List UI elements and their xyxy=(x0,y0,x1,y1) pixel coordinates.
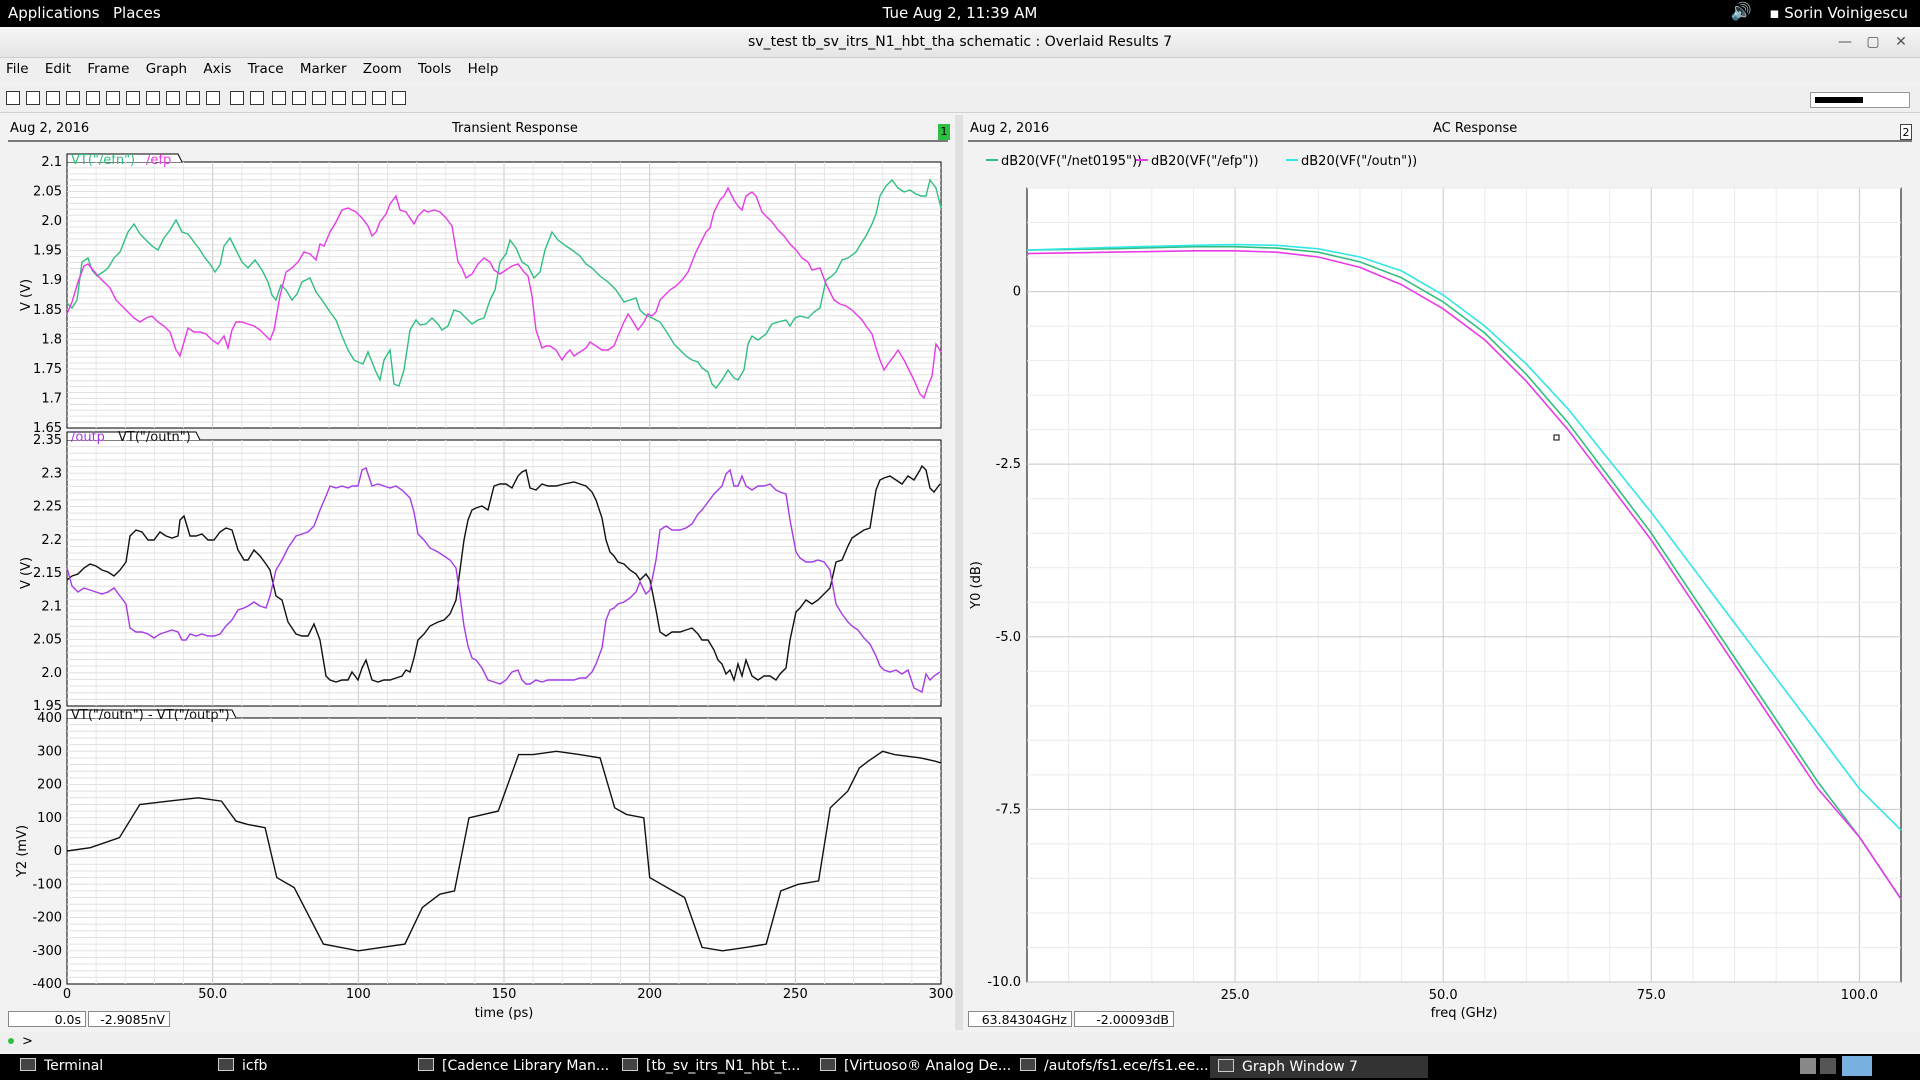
xtick-label: 100.0 xyxy=(1841,988,1878,1003)
ac-ylabel: Y0 (dB) xyxy=(969,561,984,610)
ytick-label: 100 xyxy=(37,811,62,826)
legend-outn[interactable]: VT("/outn") xyxy=(118,430,191,445)
xtick-label: 50.0 xyxy=(198,987,227,1002)
ytick-label: 2.25 xyxy=(33,500,62,515)
workspace-2[interactable] xyxy=(1820,1058,1836,1074)
legend-efp[interactable]: /efp xyxy=(146,153,171,168)
ytick-label: 2.3 xyxy=(41,466,62,481)
xtick-label: 50.0 xyxy=(1429,988,1458,1003)
window-icon xyxy=(820,1058,836,1071)
legend-ac-outn[interactable]: dB20(VF("/outn")) xyxy=(1301,154,1417,169)
plot3-legend: VT("/outn") - VT("/outp") xyxy=(66,708,237,723)
ytick-label: 1.85 xyxy=(33,303,62,318)
task-label: [Virtuoso® Analog De... xyxy=(844,1058,1012,1074)
ac-legend: dB20(VF("/net0195")) dB20(VF("/efp")) dB… xyxy=(986,154,1417,169)
task-label: Terminal xyxy=(44,1058,104,1074)
ytick-label: -300 xyxy=(32,944,62,959)
workspace-1[interactable] xyxy=(1800,1058,1816,1074)
plot3-ylabel: Y2 (mV) xyxy=(15,825,30,878)
task-label: Graph Window 7 xyxy=(1242,1059,1358,1075)
workspace-3[interactable] xyxy=(1842,1056,1872,1076)
task-library-manager[interactable]: [Cadence Library Man... xyxy=(418,1058,609,1074)
task-schematic[interactable]: [tb_sv_itrs_N1_hbt_t... xyxy=(622,1058,800,1074)
ytick-label: 2.05 xyxy=(33,185,62,200)
ytick-label: 2.1 xyxy=(41,599,62,614)
window-icon xyxy=(1218,1059,1234,1072)
xtick-label: 75.0 xyxy=(1637,988,1666,1003)
xtick-label: 0 xyxy=(63,987,71,1002)
ytick-label: 2.1 xyxy=(41,155,62,170)
ytick-label: 300 xyxy=(37,744,62,759)
ytick-label: 2.0 xyxy=(41,214,62,229)
plot2-ylabel: V (V) xyxy=(19,557,34,589)
plot1-legend: VT("/efn") /efp xyxy=(66,153,183,168)
ytick-label: -200 xyxy=(32,911,62,926)
window-icon xyxy=(622,1058,638,1071)
plot-canvas[interactable]: 4003002001000-100-200-300-4000 50.0 100 150… xyxy=(0,0,1920,1030)
terminal-icon xyxy=(20,1058,36,1071)
task-graph-window[interactable]: Graph Window 7 xyxy=(1210,1056,1428,1078)
ac-xlabel: freq (GHz) xyxy=(1431,1006,1498,1021)
task-label: [Cadence Library Man... xyxy=(442,1058,610,1074)
ytick-label: 0 xyxy=(1013,285,1021,300)
left-cursor-y[interactable]: -2.9085nV xyxy=(88,1011,170,1027)
left-xlabel: time (ps) xyxy=(475,1006,534,1021)
task-label: /autofs/fs1.ece/fs1.ee... xyxy=(1044,1058,1209,1074)
xtick-label: 25.0 xyxy=(1221,988,1250,1003)
ytick-label: 200 xyxy=(37,778,62,793)
ac-plot-area[interactable] xyxy=(1026,187,1902,983)
left-cursor-x[interactable]: 0.0s xyxy=(8,1011,86,1027)
status-dot-icon xyxy=(8,1038,14,1044)
legend-efn[interactable]: VT("/efn") xyxy=(71,153,135,168)
ytick-label: 1.9 xyxy=(41,273,62,288)
ytick-label: 2.35 xyxy=(33,433,62,448)
ytick-label: -2.5 xyxy=(996,457,1021,472)
ytick-label: 2.2 xyxy=(41,533,62,548)
plot2-ytick-labels: 2.35 2.3 2.25 2.2 2.15 2.1 2.05 2.0 1.95 xyxy=(33,433,62,714)
legend-diff[interactable]: VT("/outn") - VT("/outp") xyxy=(71,708,230,723)
ytick-label: -5.0 xyxy=(996,630,1021,645)
command-prompt: > xyxy=(22,1034,33,1049)
right-cursor-x[interactable]: 63.84304GHz xyxy=(968,1011,1072,1027)
xtick-label: 200 xyxy=(637,987,662,1002)
command-line[interactable]: > xyxy=(0,1032,1920,1052)
plot1-ytick-labels: 2.12.052.01.951.91.851.81.751.71.65 xyxy=(33,155,62,436)
plot3-grid xyxy=(67,718,941,984)
task-terminal[interactable]: Terminal xyxy=(20,1058,103,1074)
legend-ac-efp[interactable]: dB20(VF("/efp")) xyxy=(1151,154,1259,169)
folder-icon xyxy=(1020,1058,1036,1071)
ytick-label: 2.15 xyxy=(33,566,62,581)
ytick-label: 0 xyxy=(54,844,62,859)
task-label: [tb_sv_itrs_N1_hbt_t... xyxy=(646,1058,801,1074)
xtick-label: 150 xyxy=(492,987,517,1002)
plot2-grid xyxy=(67,440,941,706)
ytick-label: 1.7 xyxy=(41,391,62,406)
ytick-label: 1.95 xyxy=(33,244,62,259)
plot1-ylabel: V (V) xyxy=(19,279,34,311)
right-cursor-y[interactable]: -2.00093dB xyxy=(1074,1011,1174,1027)
ytick-label: 1.8 xyxy=(41,332,62,347)
ytick-label: 2.05 xyxy=(33,633,62,648)
task-icfb[interactable]: icfb xyxy=(218,1058,267,1074)
window-icon xyxy=(218,1058,234,1071)
legend-net0195[interactable]: dB20(VF("/net0195")) xyxy=(1001,154,1142,169)
xtick-label: 100 xyxy=(346,987,371,1002)
legend-outp[interactable]: /outp xyxy=(71,430,105,445)
plot2-legend: /outp VT("/outn") xyxy=(66,430,201,445)
ytick-label: 2.0 xyxy=(41,666,62,681)
ytick-label: -7.5 xyxy=(996,802,1021,817)
ytick-label: -10.0 xyxy=(987,975,1021,990)
panel-divider[interactable] xyxy=(955,115,963,1030)
ytick-label: -100 xyxy=(32,877,62,892)
ytick-label: 1.75 xyxy=(33,362,62,377)
xtick-label: 300 xyxy=(929,987,954,1002)
task-label: icfb xyxy=(242,1058,268,1074)
taskbar: Terminal icfb [Cadence Library Man... [t… xyxy=(0,1054,1920,1080)
task-virtuoso[interactable]: [Virtuoso® Analog De... xyxy=(820,1058,1011,1074)
task-file-browser[interactable]: /autofs/fs1.ece/fs1.ee... xyxy=(1020,1058,1209,1074)
xtick-label: 250 xyxy=(783,987,808,1002)
ytick-label: 1.95 xyxy=(33,699,62,714)
ytick-label: -400 xyxy=(32,977,62,992)
window-icon xyxy=(418,1058,434,1071)
